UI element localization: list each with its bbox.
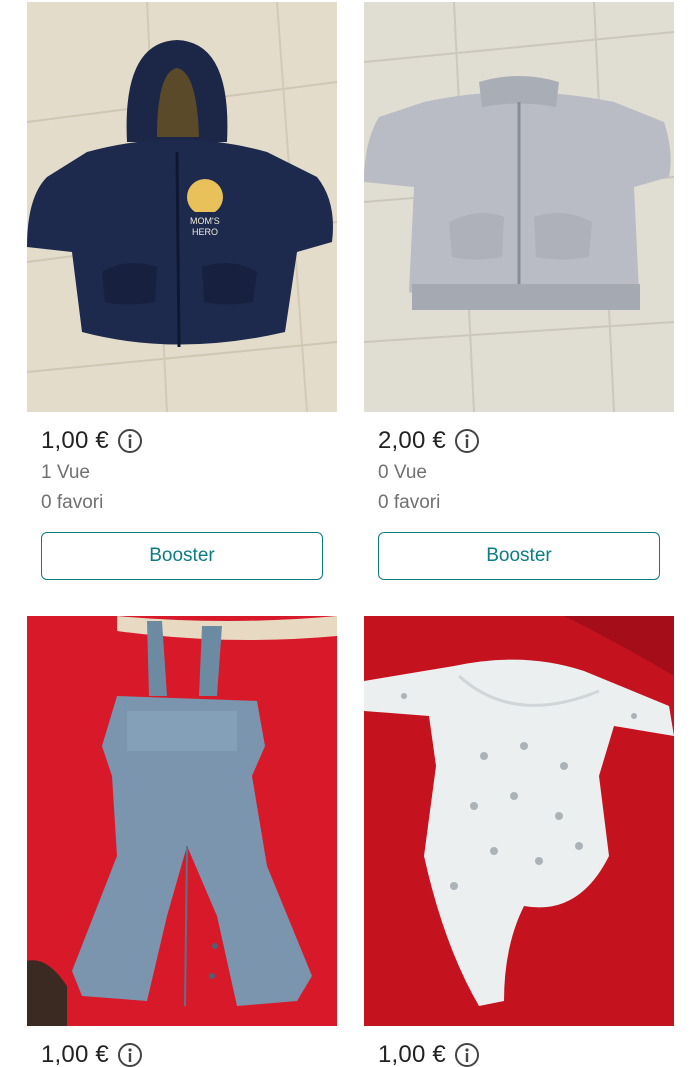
listing-photo-navy-hoodie[interactable]: MOM'S HERO <box>27 2 337 412</box>
listing-card[interactable]: 1,00 € <box>364 616 674 1067</box>
info-circle-icon[interactable] <box>117 1042 143 1067</box>
info-circle-icon[interactable] <box>117 428 143 454</box>
info-circle-icon[interactable] <box>454 1042 480 1067</box>
booster-button[interactable]: Booster <box>41 532 323 580</box>
listing-photo-grey-cardigan[interactable] <box>364 2 674 412</box>
listing-card[interactable]: MOM'S HERO 1,00 € 1 Vue 0 favori Booster <box>27 2 337 580</box>
listing-favorites: 0 favori <box>378 492 441 513</box>
listing-price: 1,00 € <box>41 427 109 454</box>
listing-card[interactable]: 1,00 € <box>27 616 337 1067</box>
listing-card[interactable]: 2,00 € 0 Vue 0 favori Booster <box>364 2 674 580</box>
listing-price: 1,00 € <box>378 1041 446 1067</box>
listing-favorites: 0 favori <box>41 492 104 513</box>
listing-photo-white-bodysuit[interactable] <box>364 616 674 1026</box>
listing-photo-blue-overalls[interactable] <box>27 616 337 1026</box>
listing-price: 2,00 € <box>378 427 446 454</box>
booster-button[interactable]: Booster <box>378 532 660 580</box>
listing-price: 1,00 € <box>41 1041 109 1067</box>
svg-text:HERO: HERO <box>192 227 218 237</box>
listing-views: 0 Vue <box>378 462 427 483</box>
info-circle-icon[interactable] <box>454 428 480 454</box>
svg-text:MOM'S: MOM'S <box>190 216 220 226</box>
listing-views: 1 Vue <box>41 462 90 483</box>
